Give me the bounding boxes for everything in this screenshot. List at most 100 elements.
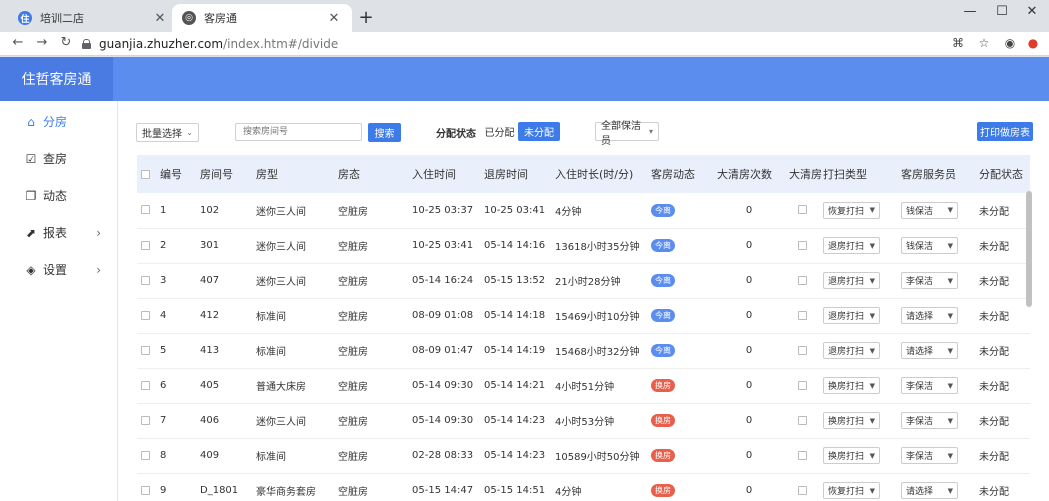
clean-type-select[interactable]: 退房打扫 ▼ bbox=[823, 342, 880, 359]
sidebar-item-settings[interactable]: ◈ 设置 › bbox=[0, 251, 117, 288]
deep-clean-checkbox[interactable] bbox=[785, 438, 819, 474]
sidebar-item-reports[interactable]: ⬈ 报表 › bbox=[0, 214, 117, 251]
filter-bar: 批量选择 ⌄ 搜索 分配状态 已分配 未分配 全部保洁员 ▾ 打印做房表 bbox=[118, 101, 1049, 155]
deep-clean-checkbox[interactable] bbox=[785, 263, 819, 299]
maximize-icon[interactable]: ☐ bbox=[992, 4, 1012, 19]
row-checkbox[interactable] bbox=[137, 263, 156, 299]
deep-clean-checkbox[interactable] bbox=[785, 193, 819, 229]
staff-select[interactable]: 请选择 ▼ bbox=[901, 307, 958, 324]
deep-clean-checkbox[interactable] bbox=[785, 368, 819, 404]
sidebar-item-activity[interactable]: ❐ 动态 bbox=[0, 177, 117, 214]
window-close-icon[interactable]: ✕ bbox=[1022, 4, 1042, 19]
reload-icon[interactable]: ↻ bbox=[58, 35, 74, 50]
table-row: 9 D_1801 豪华商务套房 空脏房 05-15 14:47 05-15 14:51 4分… bbox=[137, 473, 1030, 501]
clean-type-select[interactable]: 退房打扫 ▼ bbox=[823, 237, 880, 254]
col-header: 大清房次数 bbox=[713, 155, 785, 193]
deep-clean-checkbox[interactable] bbox=[785, 403, 819, 439]
deep-clean-count: 0 bbox=[713, 333, 785, 369]
row-number: 9 bbox=[156, 473, 196, 501]
clean-type-cell: 恢复打扫 ▼ bbox=[819, 193, 897, 229]
clean-type-select[interactable]: 恢复打扫 ▼ bbox=[823, 201, 880, 219]
chevron-down-icon: ▼ bbox=[947, 486, 953, 495]
clean-type-select[interactable]: 换房打扫 ▼ bbox=[823, 377, 880, 394]
clean-type-select[interactable]: 退房打扫 ▼ bbox=[823, 272, 880, 289]
extension-icon[interactable]: ● bbox=[1025, 36, 1041, 50]
new-tab-plus-icon[interactable]: + bbox=[356, 7, 376, 28]
staff-select[interactable]: 钱保洁 ▼ bbox=[901, 237, 958, 254]
checkout-time: 05-14 14:16 bbox=[480, 228, 551, 264]
row-checkbox[interactable] bbox=[137, 333, 156, 369]
staff-select[interactable]: 李保洁 ▼ bbox=[901, 377, 958, 394]
staff-cell: 请选择 ▼ bbox=[897, 298, 975, 334]
col-header: 大清房 bbox=[785, 155, 822, 193]
chevron-down-icon: ▾ bbox=[648, 127, 653, 136]
row-checkbox[interactable] bbox=[137, 228, 156, 264]
cleaner-select[interactable]: 全部保洁员 ▾ bbox=[595, 121, 659, 147]
col-header: 打扫类型 bbox=[819, 155, 897, 193]
clean-type-select[interactable]: 换房打扫 ▼ bbox=[823, 412, 880, 429]
translate-icon[interactable]: ⌘ bbox=[950, 36, 966, 50]
print-button[interactable]: 打印做房表 bbox=[977, 122, 1033, 141]
row-checkbox[interactable] bbox=[137, 473, 156, 501]
row-checkbox[interactable] bbox=[137, 368, 156, 404]
deep-clean-checkbox[interactable] bbox=[785, 228, 819, 264]
staff-select[interactable]: 李保洁 ▼ bbox=[901, 412, 958, 429]
room-number: D_1801 bbox=[196, 473, 252, 501]
unassigned-toggle[interactable]: 未分配 bbox=[518, 122, 560, 141]
deep-clean-checkbox[interactable] bbox=[785, 473, 819, 501]
table-scrollbar[interactable] bbox=[1026, 191, 1032, 307]
row-number: 6 bbox=[156, 368, 196, 404]
address-bar[interactable]: guanjia.zhuzher.com/index.htm#/divide bbox=[82, 33, 938, 54]
room-dynamic-cell: 换房 bbox=[647, 473, 713, 501]
sidebar-item-inspect[interactable]: ☑ 查房 bbox=[0, 140, 117, 177]
row-checkbox[interactable] bbox=[137, 438, 156, 474]
batch-select[interactable]: 批量选择 ⌄ bbox=[136, 123, 199, 142]
close-icon[interactable]: ✕ bbox=[152, 11, 168, 26]
clean-type-select[interactable]: 恢复打扫 ▼ bbox=[823, 482, 880, 499]
checklist-icon: ☑ bbox=[25, 151, 37, 166]
clean-type-cell: 退房打扫 ▼ bbox=[819, 263, 897, 299]
chart-icon: ⬈ bbox=[25, 225, 37, 240]
staff-select[interactable]: 请选择 ▼ bbox=[901, 342, 958, 359]
room-dynamic-cell: 换房 bbox=[647, 438, 713, 474]
deep-clean-checkbox[interactable] bbox=[785, 298, 819, 334]
sidebar-item-label: 设置 bbox=[43, 263, 68, 277]
minimize-icon[interactable]: — bbox=[960, 4, 980, 19]
row-checkbox[interactable] bbox=[137, 403, 156, 439]
clean-type-select[interactable]: 换房打扫 ▼ bbox=[823, 447, 880, 464]
browser-tab-store[interactable]: 住 培训二店 ✕ bbox=[8, 4, 178, 32]
clean-type-select[interactable]: 退房打扫 ▼ bbox=[823, 307, 880, 324]
room-state: 空脏房 bbox=[334, 298, 408, 334]
url-host: guanjia.zhuzher.com bbox=[99, 36, 224, 51]
back-arrow-icon[interactable]: ← bbox=[10, 35, 26, 50]
room-dynamic-badge: 今离 bbox=[651, 344, 675, 357]
row-checkbox[interactable] bbox=[137, 193, 156, 229]
search-button[interactable]: 搜索 bbox=[368, 123, 401, 142]
assigned-toggle[interactable]: 已分配 bbox=[481, 122, 518, 141]
forward-arrow-icon[interactable]: → bbox=[34, 35, 50, 50]
col-header: 退房时间 bbox=[480, 155, 551, 193]
browser-tab-kefangtong[interactable]: ◎ 客房通 ✕ bbox=[172, 4, 352, 32]
account-icon[interactable]: ◉ bbox=[1002, 36, 1018, 50]
checkout-time: 05-14 14:19 bbox=[480, 333, 551, 369]
stay-duration: 10589小时50分钟 bbox=[551, 438, 647, 474]
chevron-down-icon: ▼ bbox=[947, 381, 953, 390]
url-path: /index.htm#/divide bbox=[223, 36, 339, 51]
chevron-down-icon: ▼ bbox=[869, 381, 875, 390]
star-icon[interactable]: ☆ bbox=[976, 36, 992, 50]
staff-cell: 李保洁 ▼ bbox=[897, 263, 975, 299]
row-number: 2 bbox=[156, 228, 196, 264]
table-row: 8 409 标准间 空脏房 02-28 08:33 05-14 14:23 10589小时5… bbox=[137, 438, 1030, 474]
row-checkbox[interactable] bbox=[137, 298, 156, 334]
staff-select[interactable]: 钱保洁 ▼ bbox=[901, 201, 958, 219]
close-icon[interactable]: ✕ bbox=[326, 11, 342, 26]
deep-clean-checkbox[interactable] bbox=[785, 333, 819, 369]
staff-select[interactable]: 李保洁 ▼ bbox=[901, 272, 958, 289]
staff-select[interactable]: 李保洁 ▼ bbox=[901, 447, 958, 464]
staff-select[interactable]: 请选择 ▼ bbox=[901, 482, 958, 499]
assign-status: 未分配 bbox=[975, 368, 1030, 404]
sidebar-item-divide[interactable]: ⌂ 分房 bbox=[0, 103, 117, 140]
select-all-checkbox[interactable] bbox=[137, 155, 156, 193]
room-search-input[interactable] bbox=[235, 123, 362, 141]
col-header: 客房服务员 bbox=[897, 155, 975, 193]
